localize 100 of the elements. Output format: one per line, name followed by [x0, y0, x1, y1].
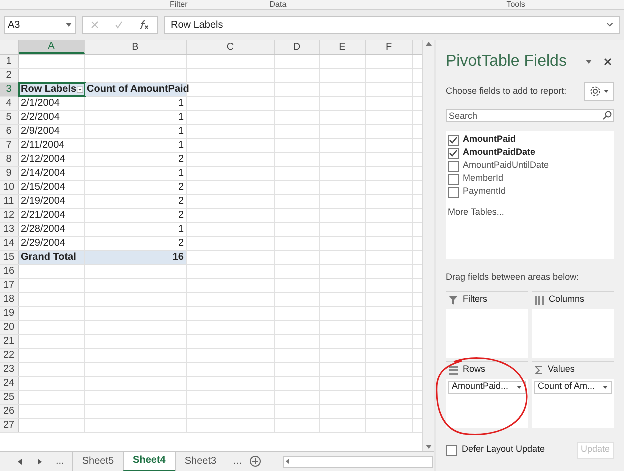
row-header[interactable]: 16 [0, 265, 19, 278]
sheet-tab[interactable]: Sheet3 [174, 452, 226, 471]
row-header[interactable]: 24 [0, 377, 19, 390]
row-header[interactable]: 4 [0, 97, 19, 110]
field-label[interactable]: MemberId [463, 172, 504, 186]
row-header[interactable]: 26 [0, 405, 19, 418]
ribbon-group-label: Filter [170, 0, 188, 9]
filter-dropdown-icon[interactable] [76, 84, 83, 94]
row-header[interactable]: 9 [0, 167, 19, 180]
row-header[interactable]: 27 [0, 419, 19, 432]
row-header[interactable]: 14 [0, 237, 19, 250]
areas-hint: Drag fields between areas below: [446, 271, 580, 284]
tools-button[interactable] [584, 82, 614, 101]
area-label: Rows [463, 363, 486, 376]
caret-icon [517, 386, 522, 388]
row-header[interactable]: 6 [0, 125, 19, 138]
drop-area[interactable]: AmountPaid... [446, 378, 528, 428]
column-header[interactable]: A [19, 40, 85, 54]
row-header[interactable]: 2 [0, 69, 19, 82]
more-sheets-button[interactable]: ... [234, 454, 242, 469]
row-header[interactable]: 21 [0, 335, 19, 348]
scroll-left-icon[interactable] [286, 459, 289, 464]
row-header[interactable]: 22 [0, 349, 19, 362]
area-label: Values [548, 363, 575, 376]
table-cell: 2/15/2004 [19, 181, 85, 194]
checkbox[interactable] [448, 174, 459, 184]
field-label[interactable]: AmountPaidUntilDate [463, 159, 550, 173]
more-tables-link[interactable]: More Tables... [448, 206, 612, 220]
row-header[interactable]: 15 [0, 251, 19, 264]
column-header[interactable]: E [320, 40, 366, 54]
checkbox[interactable] [448, 160, 459, 172]
drop-area[interactable]: Count of Am... [532, 378, 614, 428]
scroll-left-icon[interactable] [18, 458, 22, 464]
scroll-up-icon[interactable] [426, 42, 432, 46]
formula-input[interactable]: Row Labels [164, 16, 620, 34]
column-header[interactable]: C [187, 40, 275, 54]
scroll-down-icon[interactable] [426, 445, 432, 449]
area-label: Filters [463, 293, 488, 306]
row-header[interactable]: 3 [0, 83, 19, 96]
checkbox[interactable] [448, 148, 459, 158]
table-cell: 2/19/2004 [19, 195, 85, 208]
field-label[interactable]: PaymentId [463, 185, 506, 199]
table-cell: 1 [85, 125, 187, 138]
row-header[interactable]: 1 [0, 55, 19, 68]
table-cell: 2/28/2004 [19, 223, 85, 236]
ribbon-group-label: Tools [506, 0, 526, 9]
enter-check-icon[interactable] [115, 21, 123, 29]
row-header[interactable]: 13 [0, 223, 19, 236]
panel-title: PivotTable Fields [446, 52, 567, 72]
column-header[interactable]: B [85, 40, 187, 54]
row-header[interactable]: 20 [0, 321, 19, 334]
sheet-tab[interactable]: Sheet4 [123, 452, 175, 471]
table-cell: 2 [85, 181, 187, 194]
table-cell: 2/29/2004 [19, 237, 85, 250]
vertical-scrollbar[interactable] [422, 40, 434, 451]
checkbox[interactable] [448, 186, 459, 198]
columns-icon [535, 296, 544, 304]
column-header[interactable]: D [275, 40, 320, 54]
field-chip[interactable]: Count of Am... [534, 380, 612, 394]
table-cell: 16 [85, 251, 187, 264]
more-sheets-button[interactable]: ... [56, 454, 64, 469]
rows-icon [449, 366, 458, 374]
add-sheet-icon[interactable] [250, 456, 261, 467]
row-header[interactable]: 12 [0, 209, 19, 222]
row-header[interactable]: 25 [0, 391, 19, 404]
dropdown-caret-icon [66, 23, 72, 27]
table-cell: 2 [85, 195, 187, 208]
field-label[interactable]: AmountPaid [463, 133, 516, 147]
horizontal-scrollbar[interactable] [282, 456, 433, 468]
close-icon[interactable] [604, 58, 612, 66]
row-header[interactable]: 19 [0, 307, 19, 320]
table-cell: 2/14/2004 [19, 167, 85, 180]
table-cell: 2/21/2004 [19, 209, 85, 222]
ribbon-group-label: Data [270, 0, 287, 9]
search-field[interactable]: Search [446, 109, 614, 122]
row-header[interactable]: 17 [0, 279, 19, 292]
row-header[interactable]: 18 [0, 293, 19, 306]
caret-icon [604, 90, 608, 93]
defer-update-label[interactable]: Defer Layout Update [462, 443, 546, 457]
checkbox[interactable] [446, 444, 457, 456]
checkbox[interactable] [448, 134, 459, 146]
row-header[interactable]: 11 [0, 195, 19, 208]
funnel-icon [449, 296, 458, 304]
column-header[interactable]: F [366, 40, 413, 54]
row-header[interactable]: 5 [0, 111, 19, 124]
table-cell: 2/12/2004 [19, 153, 85, 166]
table-cell: 2/2/2004 [19, 111, 85, 124]
search-icon [603, 111, 612, 120]
row-header[interactable]: 7 [0, 139, 19, 152]
field-chip[interactable]: AmountPaid... [448, 380, 526, 394]
table-cell: 1 [85, 139, 187, 152]
name-box[interactable]: A3 [4, 16, 76, 34]
field-label[interactable]: AmountPaidDate [463, 146, 536, 160]
scroll-right-icon[interactable] [38, 458, 42, 464]
table-cell: Grand Total [19, 251, 85, 264]
insert-function-icon[interactable] [139, 20, 149, 30]
row-header[interactable]: 8 [0, 153, 19, 166]
row-header[interactable]: 10 [0, 181, 19, 194]
row-header[interactable]: 23 [0, 363, 19, 376]
dropdown-caret-icon[interactable] [586, 60, 592, 64]
